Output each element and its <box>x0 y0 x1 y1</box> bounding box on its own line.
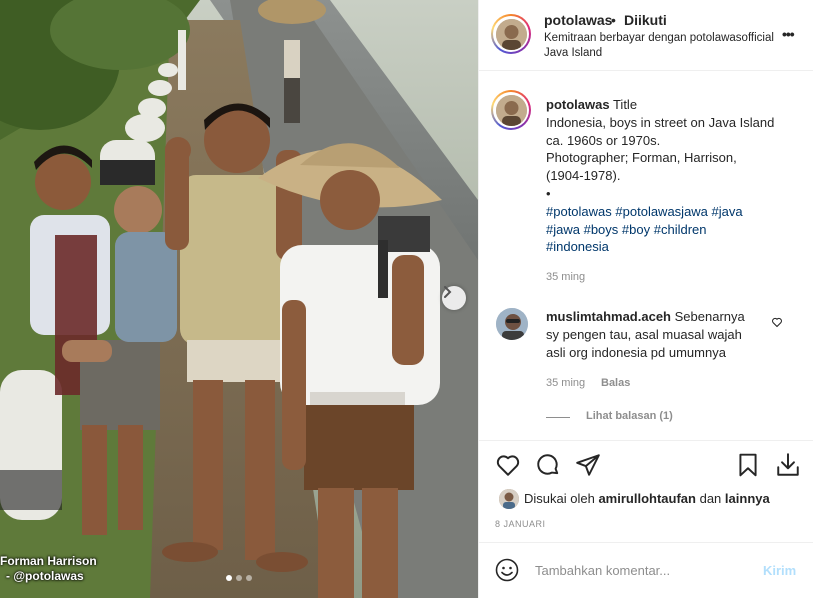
caption-line-4: (1904-1978). <box>546 168 621 184</box>
download-button[interactable] <box>775 452 801 483</box>
hashtag-link[interactable]: #indonesia <box>546 239 609 254</box>
hashtag-link[interactable]: #children <box>654 222 707 237</box>
more-options-button[interactable]: ••• <box>782 26 795 42</box>
avatar-portrait-icon <box>495 18 527 50</box>
header-separator: • <box>611 12 616 28</box>
hashtag-link[interactable]: #potolawas <box>546 204 612 219</box>
hashtag-link[interactable]: #jawa <box>546 222 580 237</box>
liked-by-prefix: Disukai oleh <box>524 491 595 506</box>
caption-line-3: Photographer; Forman, Harrison, <box>546 150 737 166</box>
liked-by-others[interactable]: lainnya <box>725 491 770 506</box>
photo-watermark: Forman Harrison - @potolawas <box>0 554 97 584</box>
commenter-username[interactable]: muslimtahmad.aceh <box>546 309 671 324</box>
share-icon <box>576 454 600 476</box>
download-icon <box>777 453 799 476</box>
like-button[interactable] <box>495 452 521 483</box>
heart-icon <box>496 455 520 476</box>
carousel-indicator <box>226 575 252 581</box>
reply-button[interactable]: Balas <box>601 377 630 389</box>
paid-partnership-label[interactable]: Kemitraan berbayar dengan potolawasoffic… <box>544 31 789 46</box>
hashtag-link[interactable]: #potolawasjawa <box>615 204 708 219</box>
bookmark-icon <box>739 453 757 477</box>
heart-outline-icon <box>772 317 782 328</box>
avatar-portrait-icon <box>496 308 528 340</box>
avatar-portrait-icon <box>499 489 519 509</box>
follow-status-button[interactable]: Diikuti <box>624 12 667 28</box>
caption-line-2: ca. 1960s or 1970s. <box>546 132 661 148</box>
comment-button[interactable] <box>535 452 561 483</box>
carousel-dot <box>236 575 242 581</box>
send-comment-button[interactable]: Kirim <box>763 563 796 578</box>
liked-by-and: dan <box>699 491 722 506</box>
caption-line-1: Indonesia, boys in street on Java Island <box>546 114 775 130</box>
carousel-dot <box>246 575 252 581</box>
author-username[interactable]: potolawas <box>544 12 612 28</box>
post-date[interactable]: 8 JANUARI <box>495 519 546 529</box>
liker-avatar[interactable] <box>499 489 519 509</box>
replies-divider <box>546 417 570 418</box>
caption-author-avatar[interactable] <box>491 90 531 130</box>
view-replies-button[interactable]: Lihat balasan (1) <box>586 410 673 422</box>
emoji-icon <box>495 558 519 582</box>
chevron-right-icon <box>444 286 452 298</box>
hashtag-link[interactable]: #java <box>712 204 743 219</box>
caption-text: potolawas Title Indonesia, boys in stree… <box>546 96 796 256</box>
post-header: potolawas • Diikuti Kemitraan berbayar d… <box>479 0 813 71</box>
hashtag-link[interactable]: #boy <box>622 222 650 237</box>
comment-timestamp[interactable]: 35 ming <box>546 377 585 389</box>
avatar-portrait-icon <box>495 94 527 126</box>
author-avatar[interactable] <box>491 14 531 54</box>
watermark-line-1: Forman Harrison <box>0 554 97 568</box>
comment-composer: Kirim <box>479 542 813 598</box>
caption-username[interactable]: potolawas <box>546 97 610 112</box>
photo-illustration <box>0 0 478 598</box>
caption-timestamp[interactable]: 35 ming <box>546 271 585 283</box>
carousel-dot-active <box>226 575 232 581</box>
post-actions: Disukai oleh amirullohtaufan dan lainnya… <box>479 440 813 542</box>
carousel-next-button[interactable] <box>442 286 466 310</box>
hashtag-link[interactable]: #boys <box>584 222 619 237</box>
emoji-button[interactable] <box>495 558 519 587</box>
share-button[interactable] <box>575 452 601 483</box>
post-photo[interactable]: Forman Harrison - @potolawas <box>0 0 478 598</box>
post-side-panel: potolawas • Diikuti Kemitraan berbayar d… <box>478 0 813 598</box>
liked-by-user[interactable]: amirullohtaufan <box>598 491 696 506</box>
instagram-post-view: Forman Harrison - @potolawas potolawas •… <box>0 0 813 598</box>
comments-section: potolawas Title Indonesia, boys in stree… <box>479 72 813 440</box>
like-comment-button[interactable] <box>771 315 783 333</box>
commenter-avatar[interactable] <box>496 308 528 340</box>
watermark-line-2: - @potolawas <box>6 569 84 583</box>
header-subtitle: Kemitraan berbayar dengan potolawasoffic… <box>544 31 789 61</box>
location-link[interactable]: Java Island <box>544 46 789 61</box>
comment-icon <box>537 454 559 475</box>
caption-bullet: • <box>546 185 551 201</box>
likes-summary: Disukai oleh amirullohtaufan dan lainnya <box>524 491 770 506</box>
comment-text: muslimtahmad.aceh Sebenarnya sy pengen t… <box>546 308 761 361</box>
caption-title: Title <box>612 97 638 112</box>
comment-input[interactable] <box>535 560 735 580</box>
save-button[interactable] <box>735 452 761 483</box>
